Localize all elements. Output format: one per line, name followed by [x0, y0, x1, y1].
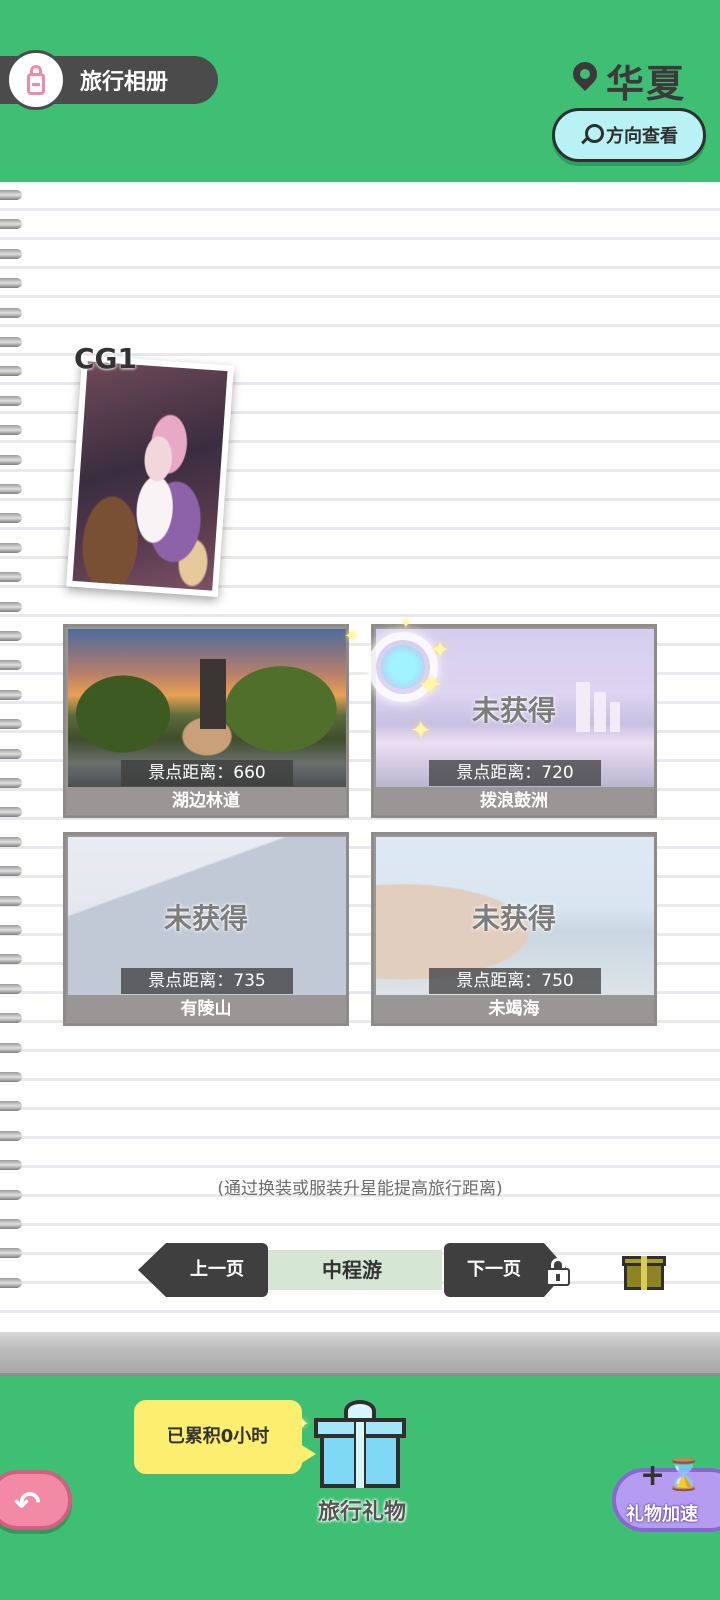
travel-gift-label: 旅行礼物: [317, 1500, 406, 1525]
spot-name: 拨浪鼓洲: [480, 791, 548, 811]
gift-ribbon: [641, 1256, 647, 1290]
next-page-button[interactable]: 下一页: [444, 1243, 568, 1297]
notebook-ring: [0, 1042, 22, 1053]
notebook-ring: [0, 1013, 22, 1024]
notebook-ring: [0, 454, 22, 465]
notebook-ring: [0, 660, 22, 671]
lock-icon: [544, 1256, 572, 1286]
sparkle-star-icon: ✦: [400, 616, 412, 632]
notebook-ring: [0, 1130, 22, 1141]
notebook-ring: [0, 1277, 22, 1288]
notebook-ring: [0, 366, 22, 377]
notebook-page-edge: [0, 1332, 720, 1376]
direction-view-label: 方向查看: [606, 126, 678, 147]
notebook-ring: [0, 807, 22, 818]
spot-name: 有陵山: [180, 999, 232, 1019]
notebook-ring: [0, 719, 22, 730]
prev-page-button[interactable]: 上一页: [138, 1243, 268, 1297]
pager-current-label: 中程游: [322, 1258, 382, 1282]
gift-speedup-label: 礼物加速: [626, 1504, 698, 1525]
sparkle-star-icon: ✦: [344, 626, 360, 647]
notebook-ring: [0, 190, 22, 200]
tower-shape: [200, 659, 226, 729]
notebook-ring: [0, 425, 22, 436]
notebook-ring: [0, 572, 22, 583]
region-name: 华夏: [605, 61, 686, 106]
accumulated-time-bubble: 已累积0小时: [134, 1400, 316, 1474]
notebook-ring: [0, 983, 22, 994]
notebook-ring: [0, 1160, 22, 1171]
location-pin-icon: [570, 60, 600, 100]
back-button[interactable]: ↶: [0, 1470, 72, 1530]
spot-locked-text: 未获得: [471, 902, 556, 935]
hourglass-plus-icon: +⌛: [640, 1458, 703, 1493]
back-arrow-icon: ↶: [14, 1484, 41, 1522]
spot-locked-text: 未获得: [163, 902, 248, 935]
spot-distance: 景点距离：750: [429, 968, 601, 994]
cg-photo-card[interactable]: [66, 354, 234, 598]
notebook-ring: [0, 748, 22, 759]
notebook-ring: [0, 1219, 22, 1229]
travel-gift-button[interactable]: [314, 1400, 406, 1490]
notebook-ring: [0, 307, 22, 318]
notebook-ring: [0, 954, 22, 965]
spot-card[interactable]: 景点距离：660 湖边林道: [63, 624, 349, 818]
notebook-ring: [0, 836, 22, 847]
notebook-ring: [0, 542, 22, 553]
gift-ribbon: [354, 1418, 366, 1488]
notebook-ring: [0, 219, 22, 230]
notebook-ring: [0, 895, 22, 906]
notebook-ring: [0, 689, 22, 700]
direction-view-button[interactable]: 方向查看: [552, 108, 706, 162]
notebook-ring: [0, 278, 22, 289]
spot-card[interactable]: 未获得 景点距离：750 未竭海: [371, 832, 657, 1026]
notebook-ring: [0, 1072, 22, 1082]
travel-distance-hint: (通过换装或服装升星能提高旅行距离): [217, 1179, 503, 1199]
sparkle-star-icon: ✦: [418, 668, 444, 703]
lock-keyhole: [556, 1274, 560, 1281]
notebook-ring: [0, 866, 22, 877]
album-icon[interactable]: [6, 50, 66, 110]
notebook-ring: [0, 337, 22, 347]
album-title: 旅行相册: [80, 70, 169, 95]
notebook-ring: [0, 248, 22, 259]
sparkle-star-icon: ✦: [296, 1414, 310, 1433]
region-indicator: 华夏: [570, 58, 686, 106]
sparkle-star-icon: ✦: [410, 716, 432, 746]
notebook-ring: [0, 1248, 22, 1259]
gift-box-icon: [344, 1400, 376, 1422]
spot-distance: 景点距离：660: [121, 760, 293, 786]
spot-distance: 景点距离：735: [121, 968, 293, 994]
tree-shape: [216, 659, 346, 759]
notebook-ring: [0, 484, 22, 494]
notebook-ring: [0, 925, 22, 935]
notebook-rings: [0, 190, 24, 1320]
cg-photo-image: [72, 361, 228, 591]
notebook-ring: [0, 778, 22, 788]
cg-label: CG1: [74, 342, 138, 375]
notebook-ring: [0, 513, 22, 524]
notebook-ring: [0, 1101, 22, 1112]
notebook-ring: [0, 601, 22, 612]
spot-distance: 景点距离：720: [429, 760, 601, 786]
spot-card[interactable]: 未获得 景点距离：735 有陵山: [63, 832, 349, 1026]
tree-shape: [68, 669, 178, 759]
spot-name: 湖边林道: [172, 791, 240, 811]
sparkle-star-icon: ✦: [430, 636, 451, 664]
search-icon: [580, 124, 604, 146]
spot-name: 未竭海: [488, 999, 540, 1019]
notebook-ring: [0, 395, 22, 406]
lock-icon: [27, 73, 45, 95]
gift-icon[interactable]: [622, 1250, 666, 1290]
notebook-ring: [0, 631, 22, 641]
